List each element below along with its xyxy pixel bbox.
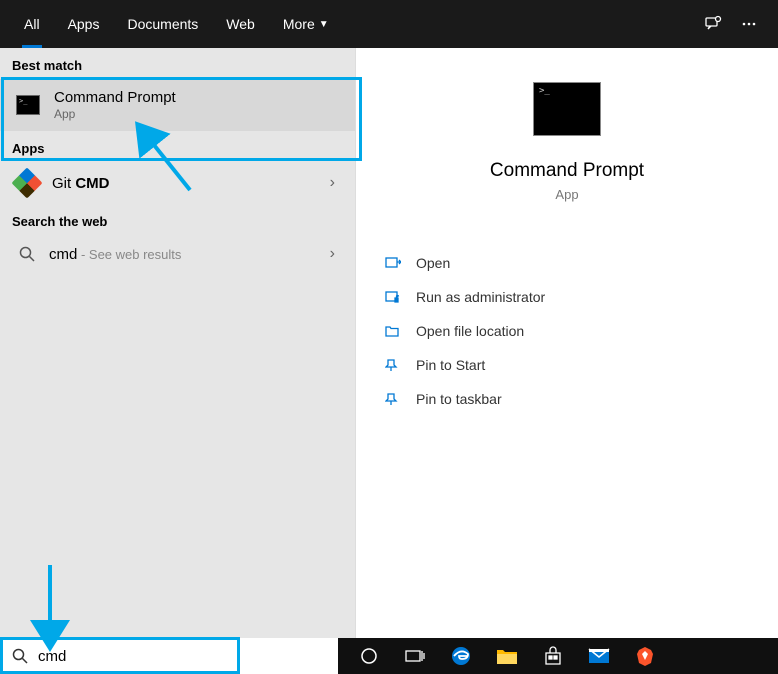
action-open[interactable]: Open: [378, 246, 756, 280]
brave-icon[interactable]: [622, 638, 668, 674]
open-icon: [382, 255, 404, 271]
command-prompt-preview-icon: [533, 82, 601, 136]
filter-tabs: All Apps Documents Web More ▼: [0, 0, 778, 48]
tab-documents[interactable]: Documents: [113, 0, 212, 48]
tab-web[interactable]: Web: [212, 0, 269, 48]
section-search-web: Search the web: [0, 204, 355, 235]
task-view-icon[interactable]: [392, 638, 438, 674]
section-apps: Apps: [0, 131, 355, 162]
mail-icon[interactable]: [576, 638, 622, 674]
search-icon: [12, 648, 28, 664]
admin-icon: [382, 289, 404, 305]
preview-title: Command Prompt: [356, 160, 778, 182]
result-git-cmd[interactable]: Git CMD ›: [0, 162, 355, 204]
action-file-location[interactable]: Open file location: [378, 314, 756, 348]
action-pin-taskbar[interactable]: Pin to taskbar: [378, 382, 756, 416]
command-prompt-icon: [16, 95, 40, 115]
tab-apps[interactable]: Apps: [54, 0, 114, 48]
cortana-icon[interactable]: [346, 638, 392, 674]
result-title: Git CMD: [52, 175, 324, 192]
chevron-right-icon[interactable]: ›: [324, 174, 341, 192]
action-pin-start[interactable]: Pin to Start: [378, 348, 756, 382]
preview-panel: Command Prompt App Open Run as administr…: [355, 48, 778, 638]
preview-subtitle: App: [356, 187, 778, 202]
results-panel: Best match Command Prompt App Apps Git C…: [0, 48, 355, 638]
search-box[interactable]: [0, 638, 338, 674]
tab-more[interactable]: More ▼: [269, 0, 343, 48]
result-subtitle: App: [54, 107, 341, 121]
git-icon: [11, 167, 42, 198]
file-explorer-icon[interactable]: [484, 638, 530, 674]
search-icon: [19, 246, 35, 262]
tab-all[interactable]: All: [10, 0, 54, 48]
feedback-icon[interactable]: [704, 15, 722, 33]
result-title: cmd - See web results: [49, 246, 324, 263]
folder-icon: [382, 323, 404, 339]
store-icon[interactable]: [530, 638, 576, 674]
edge-icon[interactable]: [438, 638, 484, 674]
pin-taskbar-icon: [382, 391, 404, 407]
chevron-right-icon[interactable]: ›: [324, 245, 341, 263]
search-input[interactable]: [38, 648, 326, 665]
result-web-search[interactable]: cmd - See web results ›: [0, 235, 355, 273]
pin-start-icon: [382, 357, 404, 373]
result-command-prompt[interactable]: Command Prompt App: [0, 79, 355, 131]
section-best-match: Best match: [0, 48, 355, 79]
taskbar: [0, 638, 778, 674]
result-title: Command Prompt: [54, 89, 341, 106]
options-icon[interactable]: [740, 15, 758, 33]
action-run-admin[interactable]: Run as administrator: [378, 280, 756, 314]
actions-list: Open Run as administrator Open file loca…: [356, 246, 778, 416]
